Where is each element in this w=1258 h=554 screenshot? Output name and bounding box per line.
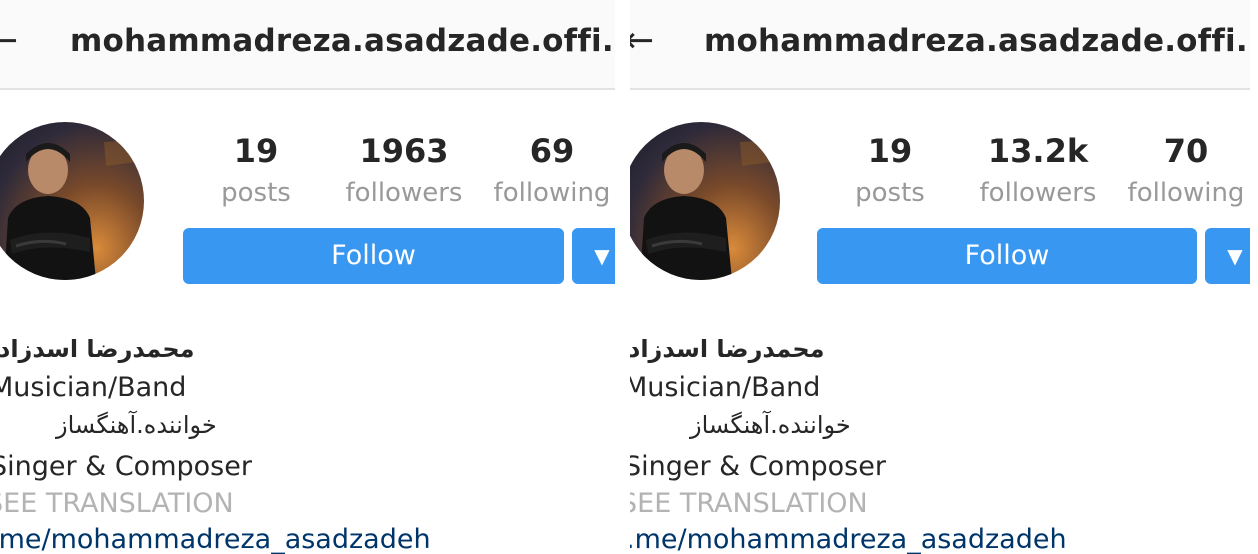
followers-count: 1963 xyxy=(359,132,449,170)
posts-count: 19 xyxy=(867,132,913,170)
top-bar: ← mohammadreza.asadzade.offi... xyxy=(0,0,615,90)
back-arrow-icon[interactable]: ← xyxy=(0,14,18,68)
profile-username: mohammadreza.asadzade.offi... xyxy=(704,23,1250,59)
following-stat[interactable]: 69 following xyxy=(490,130,614,214)
posts-stat[interactable]: 19 posts xyxy=(850,130,930,214)
bio-line-fa: خواننده.آهنگساز xyxy=(690,411,851,439)
following-label: following xyxy=(1127,178,1245,208)
chevron-down-icon: ▼ xyxy=(594,244,610,268)
avatar-photo xyxy=(640,140,772,280)
profile-panel-right: ← mohammadreza.asadzade.offi... 19 posts… xyxy=(630,0,1250,554)
followers-stat[interactable]: 13.2k followers xyxy=(968,130,1108,214)
dropdown-button[interactable]: ▼ xyxy=(572,228,615,284)
posts-label: posts xyxy=(221,178,291,208)
profile-link[interactable]: .me/mohammadreza_asadzadeh xyxy=(630,522,1067,554)
profile-name: محمدرضا اسدزاد xyxy=(630,335,825,363)
bio-line-fa: خواننده.آهنگساز xyxy=(56,411,217,439)
see-translation-link[interactable]: SEE TRANSLATION xyxy=(0,486,234,522)
following-label: following xyxy=(493,178,611,208)
following-count: 70 xyxy=(1163,132,1209,170)
followers-count: 13.2k xyxy=(987,132,1089,170)
avatar-photo xyxy=(4,140,136,280)
follow-button[interactable]: Follow xyxy=(183,228,564,284)
following-count: 69 xyxy=(529,132,575,170)
panel-divider xyxy=(615,0,630,554)
back-arrow-icon[interactable]: ← xyxy=(630,14,654,68)
followers-label: followers xyxy=(345,178,463,208)
dropdown-button[interactable]: ▼ xyxy=(1205,228,1250,284)
profile-username: mohammadreza.asadzade.offi... xyxy=(70,23,615,59)
profile-name: محمدرضا اسدزاد xyxy=(0,335,195,363)
profile-panel-left: ← mohammadreza.asadzade.offi... 19 posts… xyxy=(0,0,615,554)
profile-category: Musician/Band xyxy=(0,372,187,403)
avatar[interactable] xyxy=(0,122,144,280)
top-bar: ← mohammadreza.asadzade.offi... xyxy=(630,0,1250,90)
posts-label: posts xyxy=(855,178,925,208)
see-translation-link[interactable]: SEE TRANSLATION xyxy=(630,486,868,522)
bio-line-en: Singer & Composer xyxy=(630,451,886,482)
followers-stat[interactable]: 1963 followers xyxy=(334,130,474,214)
follow-button[interactable]: Follow xyxy=(817,228,1197,284)
profile-category: Musician/Band xyxy=(630,372,821,403)
following-stat[interactable]: 70 following xyxy=(1124,130,1248,214)
chevron-down-icon: ▼ xyxy=(1227,244,1243,268)
posts-count: 19 xyxy=(233,132,279,170)
avatar[interactable] xyxy=(630,122,780,280)
followers-label: followers xyxy=(979,178,1097,208)
posts-stat[interactable]: 19 posts xyxy=(216,130,296,214)
profile-link[interactable]: .me/mohammadreza_asadzadeh xyxy=(0,522,431,554)
bio-line-en: Singer & Composer xyxy=(0,451,252,482)
